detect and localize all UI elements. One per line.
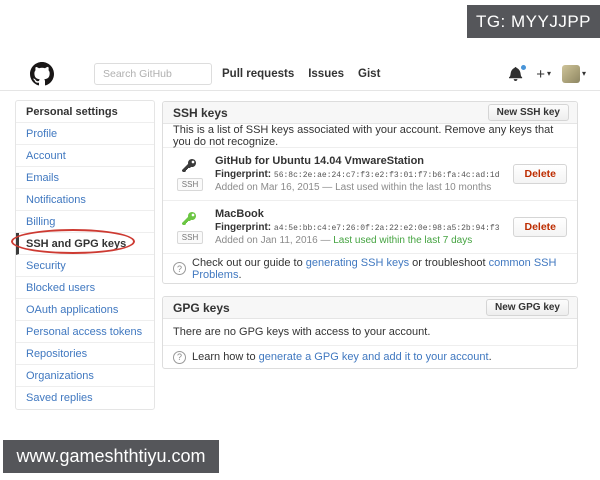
key-icon [182, 158, 198, 174]
gpg-keys-title: GPG keys [173, 301, 230, 315]
header-right-controls: + ▾ ▾ [509, 57, 586, 91]
settings-sidebar: Personal settings Profile Account Emails… [15, 100, 155, 410]
ssh-key-added: Added on Mar 16, 2015 — Last used within… [215, 182, 513, 193]
ssh-key-title: GitHub for Ubuntu 14.04 VmwareStation [215, 155, 513, 167]
gpg-keys-empty-message: There are no GPG keys with access to you… [163, 319, 577, 345]
question-icon: ? [173, 262, 186, 275]
ssh-badge: SSH [177, 178, 203, 191]
ssh-key-fingerprint: Fingerprint: a4:5e:bb:c4:e7:26:0f:2a:22:… [215, 222, 513, 233]
generate-gpg-key-link[interactable]: generate a GPG key and add it to your ac… [259, 351, 489, 363]
ssh-key-details: GitHub for Ubuntu 14.04 VmwareStation Fi… [215, 155, 513, 193]
fingerprint-label: Fingerprint: [215, 169, 271, 180]
notifications-button[interactable] [509, 66, 525, 82]
user-menu-button[interactable]: ▾ [562, 65, 586, 83]
ssh-key-icon-col: SSH [173, 211, 207, 244]
nav-issues[interactable]: Issues [308, 68, 344, 80]
unread-notification-dot [520, 64, 527, 71]
sidebar-item-emails[interactable]: Emails [16, 167, 154, 189]
last-used-text: Last used within the last 7 days [333, 235, 472, 246]
sidebar-item-billing[interactable]: Billing [16, 211, 154, 233]
ssh-keys-header: SSH keys New SSH key [163, 102, 577, 124]
page: TG: MYYJJPP www.gameshthtiyu.com Pull re… [0, 0, 600, 480]
search-input[interactable] [94, 63, 212, 85]
fingerprint-value: 56:8c:2e:ae:24:c7:f3:e2:f3:01:f7:b6:fa:4… [274, 171, 500, 180]
ssh-key-title: MacBook [215, 208, 513, 220]
sidebar-item-saved-replies[interactable]: Saved replies [16, 387, 154, 409]
delete-ssh-key-button[interactable]: Delete [513, 217, 567, 237]
fingerprint-label: Fingerprint: [215, 222, 271, 233]
ssh-keys-title: SSH keys [173, 106, 228, 120]
sidebar-item-security[interactable]: Security [16, 255, 154, 277]
github-header: Pull requests Issues Gist + ▾ ▾ [0, 57, 600, 91]
sidebar-item-notifications[interactable]: Notifications [16, 189, 154, 211]
header-nav: Pull requests Issues Gist [222, 68, 380, 80]
github-logo-icon[interactable] [30, 62, 54, 86]
avatar [562, 65, 580, 83]
sidebar-item-personal-access-tokens[interactable]: Personal access tokens [16, 321, 154, 343]
generating-ssh-keys-link[interactable]: generating SSH keys [306, 257, 409, 269]
ssh-key-row: SSH GitHub for Ubuntu 14.04 VmwareStatio… [163, 147, 577, 200]
gpg-keys-section: GPG keys New GPG key There are no GPG ke… [162, 296, 578, 369]
sidebar-title: Personal settings [16, 101, 154, 123]
fingerprint-value: a4:5e:bb:c4:e7:26:0f:2a:22:e2:0e:98:a5:2… [274, 224, 500, 233]
delete-ssh-key-button[interactable]: Delete [513, 164, 567, 184]
ssh-help-text: Check out our guide to generating SSH ke… [192, 257, 567, 281]
new-ssh-key-button[interactable]: New SSH key [488, 104, 569, 121]
sidebar-item-organizations[interactable]: Organizations [16, 365, 154, 387]
new-gpg-key-button[interactable]: New GPG key [486, 299, 569, 316]
plus-icon: + [536, 67, 545, 82]
ssh-keys-section: SSH keys New SSH key This is a list of S… [162, 101, 578, 284]
sidebar-item-account[interactable]: Account [16, 145, 154, 167]
ssh-key-row: SSH MacBook Fingerprint: a4:5e:bb:c4:e7:… [163, 200, 577, 253]
nav-gist[interactable]: Gist [358, 68, 380, 80]
ssh-key-fingerprint: Fingerprint: 56:8c:2e:ae:24:c7:f3:e2:f3:… [215, 169, 513, 180]
ssh-badge: SSH [177, 231, 203, 244]
ssh-key-icon-col: SSH [173, 158, 207, 191]
sidebar-item-oauth-applications[interactable]: OAuth applications [16, 299, 154, 321]
watermark-top-right: TG: MYYJJPP [467, 5, 600, 38]
chevron-down-icon: ▾ [547, 70, 551, 78]
sidebar-item-repositories[interactable]: Repositories [16, 343, 154, 365]
create-new-button[interactable]: + ▾ [536, 67, 551, 82]
ssh-keys-description: This is a list of SSH keys associated wi… [163, 124, 577, 147]
sidebar-item-blocked-users[interactable]: Blocked users [16, 277, 154, 299]
nav-pull-requests[interactable]: Pull requests [222, 68, 294, 80]
sidebar-item-profile[interactable]: Profile [16, 123, 154, 145]
added-text: Added on Mar 16, 2015 — Last used within… [215, 182, 491, 193]
ssh-help-note: ? Check out our guide to generating SSH … [163, 253, 577, 283]
ssh-key-added: Added on Jan 11, 2016 — Last used within… [215, 235, 513, 246]
sidebar-item-ssh-gpg-keys[interactable]: SSH and GPG keys [16, 233, 154, 255]
added-text: Added on Jan 11, 2016 — [215, 235, 333, 246]
key-icon [182, 211, 198, 227]
ssh-key-details: MacBook Fingerprint: a4:5e:bb:c4:e7:26:0… [215, 208, 513, 246]
question-icon: ? [173, 351, 186, 364]
gpg-help-note: ? Learn how to generate a GPG key and ad… [163, 345, 577, 368]
chevron-down-icon: ▾ [582, 70, 586, 78]
gpg-help-text: Learn how to generate a GPG key and add … [192, 351, 492, 363]
gpg-keys-header: GPG keys New GPG key [163, 297, 577, 319]
watermark-bottom-left: www.gameshthtiyu.com [3, 440, 219, 473]
